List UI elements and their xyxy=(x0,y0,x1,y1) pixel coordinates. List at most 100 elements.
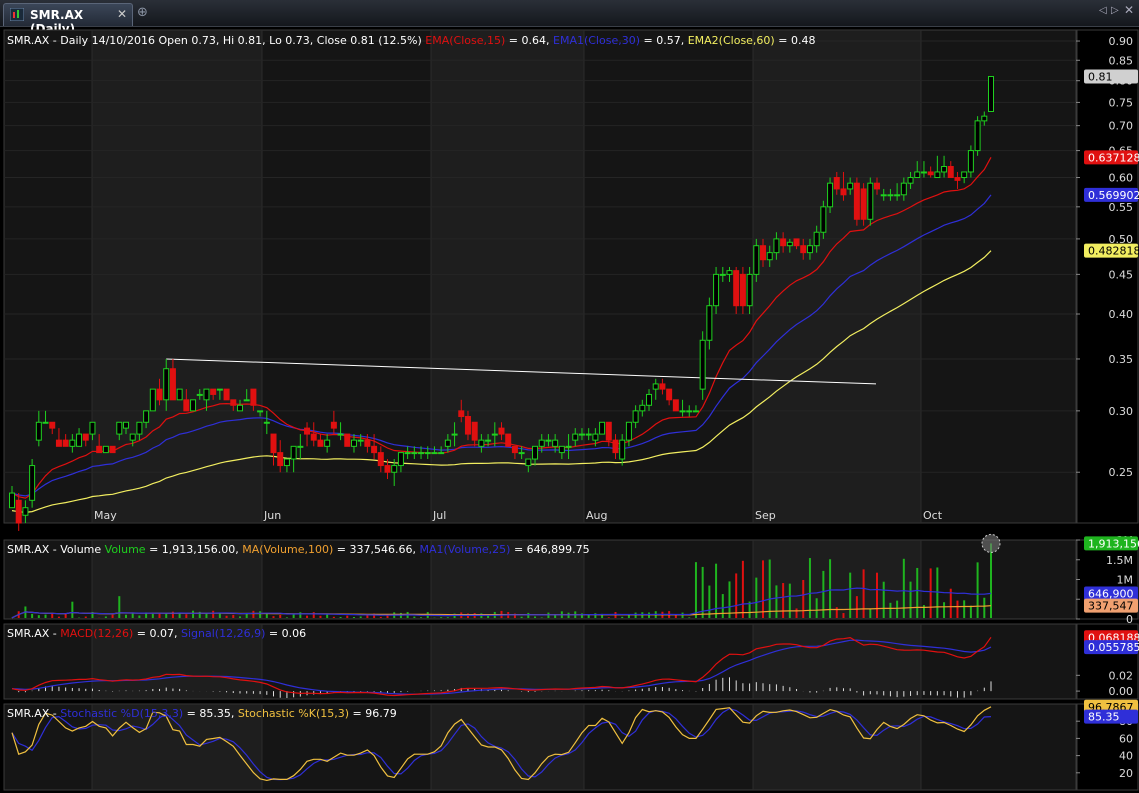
candle-body xyxy=(364,439,371,447)
new-tab-icon[interactable]: ⊕ xyxy=(137,5,148,20)
candle-body xyxy=(511,445,518,454)
stoch-tick-label: 20 xyxy=(1119,767,1133,780)
month-band xyxy=(753,625,921,698)
candle-body xyxy=(277,452,284,467)
candle-body xyxy=(558,445,565,454)
price-tick-label: 0.75 xyxy=(1109,96,1134,109)
tab-close-icon[interactable]: ✕ xyxy=(117,7,127,21)
candle-body xyxy=(96,445,103,454)
candle-body xyxy=(458,410,465,418)
month-band xyxy=(753,705,921,789)
candle-body xyxy=(257,410,264,413)
volume-legend-title: SMR.AX - Volume xyxy=(7,543,101,556)
candle-body xyxy=(820,206,827,233)
candle-body xyxy=(9,492,15,509)
candle-body xyxy=(76,433,83,447)
price-tick-label: 0.55 xyxy=(1109,201,1134,214)
price-legend-series-name: EMA2(Close,60) xyxy=(684,34,775,47)
price-legend-series-name: EMA(Close,15) xyxy=(422,34,506,47)
candle-body xyxy=(371,445,378,454)
scroll-left-icon[interactable]: ◁ xyxy=(1099,5,1107,16)
candle-body xyxy=(350,439,357,447)
candle-body xyxy=(592,433,599,441)
price-tick-label: 0.30 xyxy=(1109,405,1134,418)
month-band xyxy=(753,31,921,522)
candle-body xyxy=(780,238,787,247)
candle-body xyxy=(444,439,451,447)
price-value-label: 0.637128 xyxy=(1088,151,1139,164)
window-close-icon[interactable]: ✕ xyxy=(1124,3,1134,17)
stoch-legend-series-name: Stochastic %K(15,3) xyxy=(234,707,349,720)
candle-body xyxy=(941,165,948,173)
price-value-label: 0.482818 xyxy=(1088,245,1139,258)
candle-body xyxy=(827,182,834,208)
price-tick-label: 0.25 xyxy=(1109,466,1134,479)
scroll-right-icon[interactable]: ▷ xyxy=(1111,5,1119,16)
candle-body xyxy=(89,421,96,435)
candle-body xyxy=(404,452,411,455)
price-legend-series-value: = 0.48 xyxy=(775,34,816,47)
candle-body xyxy=(766,252,773,261)
candle-body xyxy=(485,439,492,442)
volume-legend: SMR.AX - Volume Volume = 1,913,156.00, M… xyxy=(7,543,590,556)
volume-legend-series-name: MA(Volume,100) xyxy=(239,543,334,556)
candle-body xyxy=(947,165,954,179)
candle-body xyxy=(525,458,532,467)
volume-tick-label: 1M xyxy=(1117,574,1134,587)
candle-body xyxy=(42,421,49,424)
candle-body xyxy=(887,194,894,197)
price-legend: SMR.AX - Daily 14/10/2016 Open 0.73, Hi … xyxy=(7,34,815,47)
candle-body xyxy=(813,231,820,247)
price-tick-label: 0.85 xyxy=(1109,54,1134,67)
candle-body xyxy=(190,399,197,412)
volume-legend-series-value: = 337,546.66, xyxy=(333,543,416,556)
tab-bar: SMR.AX (Daily) ✕ ⊕ ◁ ▷ ✕ xyxy=(0,0,1139,36)
candle-body xyxy=(806,245,813,254)
candle-body xyxy=(739,273,746,307)
candle-body xyxy=(652,383,659,390)
candle-body xyxy=(746,273,753,307)
chart-icon xyxy=(10,8,24,21)
candle-body xyxy=(102,445,109,454)
candle-body xyxy=(411,452,418,455)
candle-body xyxy=(753,245,760,275)
candle-body xyxy=(337,433,344,436)
volume-tick-label: 1.5M xyxy=(1106,554,1133,567)
macd-legend-series-name: MACD(12,26) xyxy=(57,627,134,640)
candle-body xyxy=(304,427,311,435)
candle-body xyxy=(927,171,934,176)
candle-body xyxy=(424,452,431,455)
candle-body xyxy=(324,439,331,447)
candle-body xyxy=(418,452,425,455)
chart-tab[interactable]: SMR.AX (Daily) ✕ xyxy=(3,3,133,36)
candle-body xyxy=(532,445,539,460)
x-axis-label: Sep xyxy=(755,509,776,522)
candle-body xyxy=(297,445,304,448)
macd-legend-series-value: = 0.07, xyxy=(133,627,177,640)
candle-body xyxy=(196,393,203,396)
candle-body xyxy=(491,433,498,436)
chart-area[interactable]: 0.900.850.800.750.700.650.600.550.500.45… xyxy=(0,26,1139,793)
candle-body xyxy=(122,421,129,429)
candle-body xyxy=(974,120,981,152)
candle-body xyxy=(149,388,156,412)
volume-legend-series-value: = 1,913,156.00, xyxy=(146,543,239,556)
macd-legend: SMR.AX - MACD(12,26) = 0.07, Signal(12,2… xyxy=(7,627,306,640)
candle-body xyxy=(612,439,619,454)
candle-body xyxy=(216,388,223,391)
candle-body xyxy=(934,171,941,179)
candle-body xyxy=(920,171,927,174)
stoch-tick-label: 40 xyxy=(1119,750,1133,763)
candle-body xyxy=(719,273,726,276)
candle-body xyxy=(223,388,230,401)
candle-body xyxy=(860,188,867,220)
volume-value-label: 646,900 xyxy=(1088,587,1134,600)
candle-body xyxy=(384,465,391,473)
candle-body xyxy=(578,433,585,436)
volume-legend-series-name: Volume xyxy=(101,543,146,556)
price-legend-series-value: = 0.64, xyxy=(505,34,549,47)
candle-body xyxy=(330,421,337,429)
candle-body xyxy=(464,416,471,435)
x-axis-label: Oct xyxy=(923,509,943,522)
x-axis-label: Aug xyxy=(586,509,607,522)
